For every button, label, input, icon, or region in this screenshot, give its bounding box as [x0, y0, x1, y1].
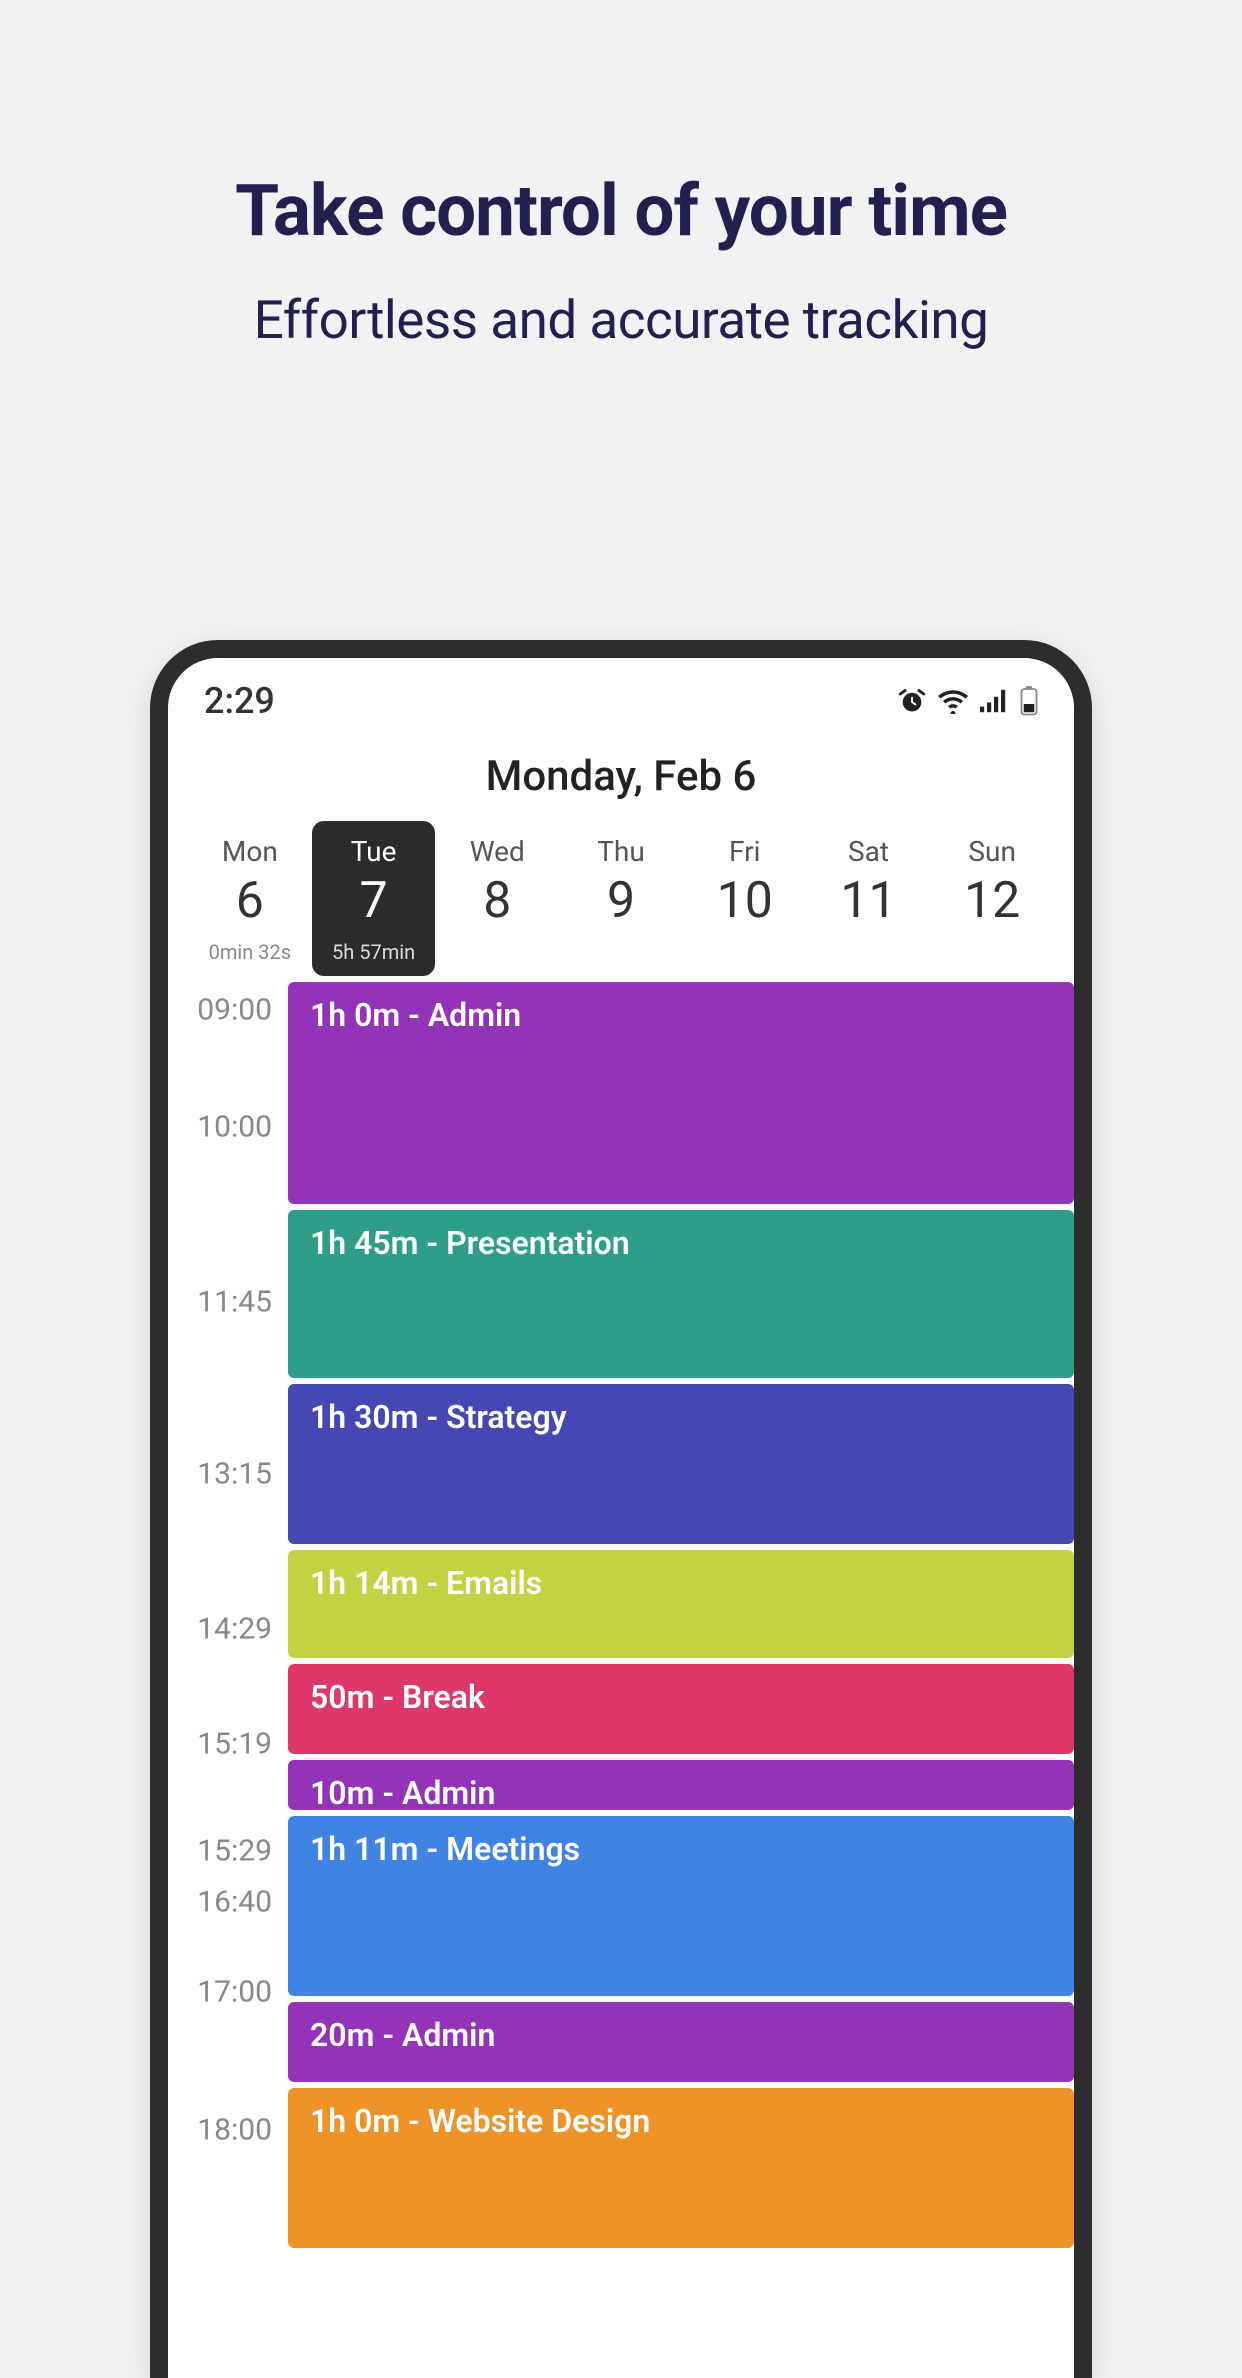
time-entry[interactable]: 1h 0m - Admin	[288, 982, 1074, 1204]
day-duration: 5h 57min	[312, 940, 436, 964]
day-num: 7	[312, 872, 436, 930]
time-entry[interactable]: 20m - Admin	[288, 2002, 1074, 2082]
day-num: 6	[188, 872, 312, 930]
time-entry[interactable]: 1h 0m - Website Design	[288, 2088, 1074, 2248]
time-label: 15:19	[168, 1727, 282, 1762]
time-entry-label: 1h 11m - Meetings	[310, 1830, 580, 1868]
timeline[interactable]: 09:00 10:00 11:45 13:15 14:29 15:19 15:29 16:40…	[168, 982, 1074, 2248]
day-num: 8	[435, 872, 559, 930]
day-col-mon[interactable]: Mon 6 0min 32s	[188, 821, 312, 976]
time-entry-label: 1h 45m - Presentation	[310, 1224, 630, 1262]
time-entry-label: 10m - Admin	[310, 1774, 495, 1812]
time-entry[interactable]: 10m - Admin	[288, 1760, 1074, 1810]
marketing-headline: Take control of your time	[0, 170, 1242, 253]
day-name: Thu	[559, 835, 683, 868]
time-label: 18:00	[168, 2113, 282, 2148]
day-col-fri[interactable]: Fri 10	[683, 821, 807, 976]
time-entry-label: 1h 0m - Website Design	[310, 2102, 650, 2140]
status-time: 2:29	[204, 680, 275, 722]
day-num: 11	[807, 872, 931, 930]
time-entry[interactable]: 1h 11m - Meetings	[288, 1816, 1074, 1996]
date-header: Monday, Feb 6	[168, 728, 1074, 821]
time-label: 16:40	[168, 1885, 282, 1920]
day-num: 10	[683, 872, 807, 930]
time-entry-label: 50m - Break	[310, 1678, 485, 1716]
time-label: 14:29	[168, 1612, 282, 1647]
time-label: 13:15	[168, 1457, 282, 1492]
day-num: 9	[559, 872, 683, 930]
time-entry[interactable]: 1h 45m - Presentation	[288, 1210, 1074, 1378]
status-bar: 2:29	[168, 658, 1074, 728]
day-col-tue[interactable]: Tue 7 5h 57min	[312, 821, 436, 976]
alarm-icon	[898, 687, 926, 715]
time-label: 15:29	[168, 1834, 282, 1869]
time-label: 17:00	[168, 1975, 282, 2010]
time-entry-label: 1h 0m - Admin	[310, 996, 521, 1034]
day-col-wed[interactable]: Wed 8	[435, 821, 559, 976]
time-entry[interactable]: 1h 14m - Emails	[288, 1550, 1074, 1658]
time-entry-label: 20m - Admin	[310, 2016, 495, 2054]
time-entry[interactable]: 50m - Break	[288, 1664, 1074, 1754]
day-name: Tue	[312, 835, 436, 868]
day-col-sat[interactable]: Sat 11	[807, 821, 931, 976]
status-icons	[898, 686, 1038, 716]
time-entry[interactable]: 1h 30m - Strategy	[288, 1384, 1074, 1544]
time-label: 11:45	[168, 1285, 282, 1320]
battery-icon	[1020, 686, 1038, 716]
day-num: 12	[930, 872, 1054, 930]
day-name: Sat	[807, 835, 931, 868]
day-name: Fri	[683, 835, 807, 868]
time-label: 10:00	[168, 1110, 282, 1145]
time-label: 09:00	[168, 993, 282, 1028]
week-row: Mon 6 0min 32s Tue 7 5h 57min Wed 8Thu 9Fri 10Sat…	[168, 821, 1074, 976]
day-name: Sun	[930, 835, 1054, 868]
day-col-thu[interactable]: Thu 9	[559, 821, 683, 976]
wifi-icon	[938, 688, 968, 714]
day-col-sun[interactable]: Sun 12	[930, 821, 1054, 976]
day-duration: 0min 32s	[188, 940, 312, 964]
phone-frame: 2:29 Monday, Feb 6 Mon 6 0min 32s Tue 7 5h 57…	[150, 640, 1092, 2378]
time-entry-label: 1h 14m - Emails	[310, 1564, 542, 1602]
time-entry-label: 1h 30m - Strategy	[310, 1398, 567, 1436]
signal-icon	[980, 689, 1008, 713]
day-name: Mon	[188, 835, 312, 868]
day-name: Wed	[435, 835, 559, 868]
phone-screen: 2:29 Monday, Feb 6 Mon 6 0min 32s Tue 7 5h 57…	[168, 658, 1074, 2378]
marketing-subheadline: Effortless and accurate tracking	[0, 289, 1242, 351]
